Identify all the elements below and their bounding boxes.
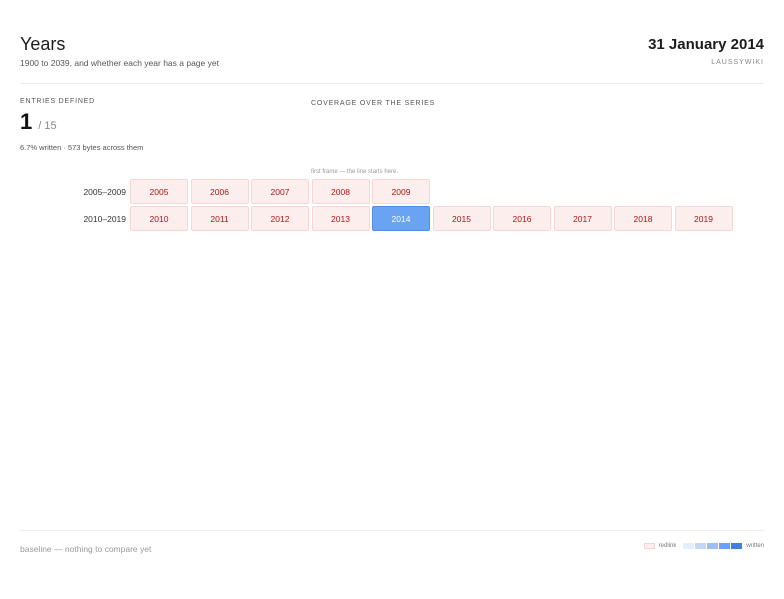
year-cell-2015[interactable]: 2015 (432, 206, 491, 231)
year-cell-2009[interactable]: 2009 (372, 179, 430, 204)
year-cell-2019[interactable]: 2019 (674, 206, 733, 231)
entries-count: 1 (20, 109, 33, 134)
year-grid: 2005–2009 2005 2006 2007 2008 2009 2010–2019 20… (20, 179, 735, 233)
year-cell-2011[interactable]: 2011 (190, 206, 249, 231)
year-cell-2016[interactable]: 2016 (493, 206, 551, 231)
year-row-label: 2005–2009 (83, 186, 126, 197)
year-cell-2008[interactable]: 2008 (311, 179, 370, 204)
legend: redlink written (643, 543, 764, 549)
legend-swatch-level-3 (707, 543, 719, 549)
year-cell-2018[interactable]: 2018 (614, 206, 672, 231)
baseline-note: baseline — nothing to compare yet (20, 544, 152, 554)
page-title: Years (20, 34, 66, 54)
footer: baseline — nothing to compare yet redlin… (20, 530, 764, 554)
year-row: 2010–2019 2010 2011 2012 2013 2014 2015 2016 201… (20, 206, 735, 231)
year-cell-2005[interactable]: 2005 (130, 179, 188, 204)
year-cell-2013[interactable]: 2013 (311, 206, 370, 231)
legend-swatch-level-5 (731, 543, 743, 549)
page-header: Years 1900 to 2039, and whether each yea… (20, 34, 764, 84)
year-cell-2010[interactable]: 2010 (130, 206, 188, 231)
year-row: 2005–2009 2005 2006 2007 2008 2009 (20, 179, 735, 204)
frame-note: first frame — the line starts here. (311, 169, 399, 175)
year-cell-2012[interactable]: 2012 (251, 206, 309, 231)
entries-total: / 15 (38, 120, 57, 132)
legend-swatch-redlink (643, 543, 655, 549)
year-row-label: 2010–2019 (83, 213, 126, 224)
entries-count-group: 1 / 15 (20, 109, 280, 135)
coverage-label: COVERAGE OVER THE SERIES (311, 100, 436, 107)
entries-detail: 6.7% written · 573 bytes across them (20, 143, 144, 152)
legend-label-redlink: redlink (658, 543, 677, 549)
year-cell-current[interactable]: 2014 (372, 206, 430, 231)
legend-label-written: written (746, 543, 764, 549)
entries-stats: ENTRIES DEFINED 1 / 15 6.7% written · 57… (20, 98, 280, 152)
year-cell-2017[interactable]: 2017 (553, 206, 612, 231)
current-date: 31 January 2014 (648, 36, 764, 53)
site-name: LAUSSYWIKI (711, 59, 764, 66)
year-cell-2006[interactable]: 2006 (190, 179, 249, 204)
legend-swatch-level-1 (683, 543, 695, 549)
entries-label: ENTRIES DEFINED (20, 98, 96, 105)
page-subtitle: 1900 to 2039, and whether each year has … (20, 58, 219, 68)
legend-swatch-level-2 (695, 543, 707, 549)
legend-swatch-level-4 (719, 543, 731, 549)
year-cell-2007[interactable]: 2007 (251, 179, 309, 204)
